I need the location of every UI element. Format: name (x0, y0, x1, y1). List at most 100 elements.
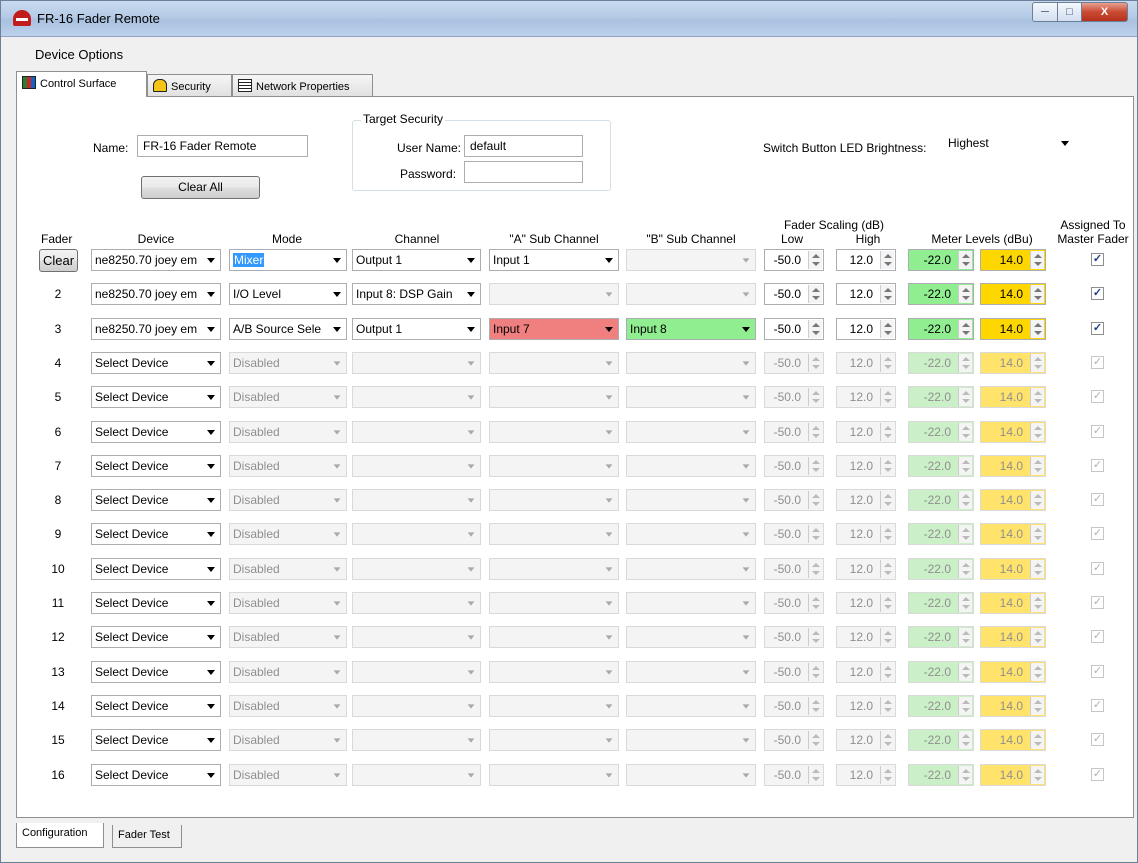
meter-low-spinner: -22.0 (908, 763, 974, 786)
meter-low-spinner-value: -22.0 (923, 424, 951, 439)
spinner-arrows-icon (1030, 594, 1044, 612)
close-button[interactable]: X (1081, 2, 1128, 22)
sub-a-select[interactable]: Input 7 (489, 317, 619, 340)
master-fader-checkbox: ✓ (1091, 664, 1104, 678)
clear-row-button[interactable]: Clear (39, 249, 78, 272)
mode-select[interactable]: A/B Source Sele (229, 317, 347, 340)
fader-low-spinner-value: -50.0 (773, 767, 801, 782)
minimize-button[interactable]: ─ (1032, 2, 1058, 22)
clear-all-button[interactable]: Clear All (141, 176, 260, 199)
sub-b-select (626, 523, 756, 546)
chevron-down-icon (742, 567, 750, 572)
mode-select: Disabled (229, 351, 347, 374)
fader-low-spinner-value: -50.0 (773, 630, 801, 645)
device-select[interactable]: Select Device (91, 626, 221, 649)
maximize-button[interactable]: □ (1057, 2, 1082, 22)
meter-high-spinner: 14.0 (980, 351, 1046, 374)
device-select[interactable]: Select Device (91, 489, 221, 512)
meter-low-spinner-value: -22.0 (923, 596, 951, 610)
device-select[interactable]: Select Device (91, 763, 221, 786)
master-fader-checkbox[interactable]: ✓ (1091, 253, 1104, 266)
mode-select[interactable]: Mixer (229, 249, 347, 271)
fader-low-spinner-value: -50.0 (773, 458, 801, 473)
device-select[interactable]: ne8250.70 joey em (91, 283, 221, 306)
channel-select[interactable]: Output 1 (352, 249, 481, 271)
mode-select-value: Disabled (233, 733, 280, 748)
fader-low-spinner[interactable]: -50.0 (764, 249, 824, 271)
spinner-arrows-icon (1030, 696, 1044, 715)
meter-high-spinner[interactable]: 14.0 (980, 249, 1046, 271)
device-select[interactable]: Select Device (91, 694, 221, 717)
meter-high-spinner[interactable]: 14.0 (980, 283, 1046, 306)
device-select-value: Select Device (95, 390, 169, 405)
menu-device-options[interactable]: Device Options (35, 47, 123, 62)
chevron-down-icon (333, 635, 341, 640)
master-fader-checkbox[interactable]: ✓ (1091, 321, 1104, 335)
lock-icon (153, 79, 167, 92)
device-select[interactable]: Select Device (91, 592, 221, 614)
chevron-down-icon (207, 703, 215, 709)
led-brightness-select[interactable]: Highest (944, 132, 1075, 154)
chevron-down-icon (207, 463, 215, 469)
device-select[interactable]: Select Device (91, 351, 221, 374)
meter-high-spinner-value: 14.0 (999, 527, 1023, 542)
tab-network-properties[interactable]: Network Properties (232, 74, 373, 96)
channel-select[interactable]: Output 1 (352, 317, 481, 340)
meter-low-spinner[interactable]: -22.0 (908, 249, 974, 271)
header-channel: Channel (394, 232, 440, 246)
chevron-down-icon (742, 361, 750, 366)
sub-b-select[interactable]: Input 8 (626, 317, 756, 340)
header-meter-levels: Meter Levels (dBu) (931, 232, 1033, 246)
fader-high-spinner-value: 12.0 (849, 733, 873, 748)
chevron-down-icon (333, 258, 341, 263)
device-select[interactable]: Select Device (91, 420, 221, 443)
mode-select-value: Disabled (233, 561, 280, 576)
user-name-input[interactable]: default (464, 135, 583, 157)
header-device: Device (137, 232, 175, 246)
device-select[interactable]: ne8250.70 joey em (91, 249, 221, 271)
device-select[interactable]: Select Device (91, 386, 221, 409)
mode-select-value: Disabled (233, 664, 280, 679)
mode-select[interactable]: I/O Level (229, 283, 347, 306)
sub-a-select[interactable]: Input 1 (489, 249, 619, 271)
meter-low-spinner[interactable]: -22.0 (908, 317, 974, 340)
password-input[interactable] (464, 161, 583, 183)
device-select[interactable]: Select Device (91, 523, 221, 546)
fader-low-spinner: -50.0 (764, 626, 824, 649)
device-select[interactable]: Select Device (91, 660, 221, 683)
spinner-arrows-icon (808, 353, 822, 372)
tab-fader-test[interactable]: Fader Test (112, 825, 182, 848)
mode-select: Disabled (229, 489, 347, 512)
fader-number: 5 (54, 390, 62, 405)
fader-low-spinner-value: -50.0 (773, 596, 801, 610)
fader-low-spinner: -50.0 (764, 386, 824, 409)
meter-low-spinner[interactable]: -22.0 (908, 283, 974, 306)
fader-low-spinner[interactable]: -50.0 (764, 283, 824, 306)
device-select[interactable]: ne8250.70 joey em (91, 317, 221, 340)
tab-configuration[interactable]: Configuration (16, 823, 104, 848)
fader-high-spinner[interactable]: 12.0 (836, 283, 896, 306)
chevron-down-icon (605, 258, 613, 263)
device-select[interactable]: Select Device (91, 729, 221, 752)
mode-select-value: Disabled (233, 527, 280, 542)
fader-low-spinner[interactable]: -50.0 (764, 317, 824, 340)
meter-high-spinner[interactable]: 14.0 (980, 317, 1046, 340)
tab-security[interactable]: Security (147, 74, 232, 96)
fader-high-spinner[interactable]: 12.0 (836, 317, 896, 340)
sub-b-select-value: Input 8 (630, 321, 667, 336)
fader-low-spinner-value: -50.0 (773, 561, 801, 576)
channel-select[interactable]: Input 8: DSP Gain (352, 283, 481, 306)
name-input[interactable]: FR-16 Fader Remote (137, 135, 308, 157)
meter-high-spinner-value: 14.0 (999, 321, 1023, 336)
master-fader-checkbox[interactable]: ✓ (1091, 287, 1104, 301)
tab-control-surface[interactable]: Control Surface (16, 71, 147, 97)
device-select[interactable]: Select Device (91, 454, 221, 477)
spinner-arrows-icon (1030, 422, 1044, 441)
chevron-down-icon (605, 429, 613, 435)
app-logo-icon (13, 10, 31, 26)
device-select[interactable]: Select Device (91, 557, 221, 580)
fader-high-spinner-value: 12.0 (849, 253, 873, 267)
fader-high-spinner[interactable]: 12.0 (836, 249, 896, 271)
meter-low-spinner-value: -22.0 (923, 287, 951, 302)
mode-select: Disabled (229, 454, 347, 477)
